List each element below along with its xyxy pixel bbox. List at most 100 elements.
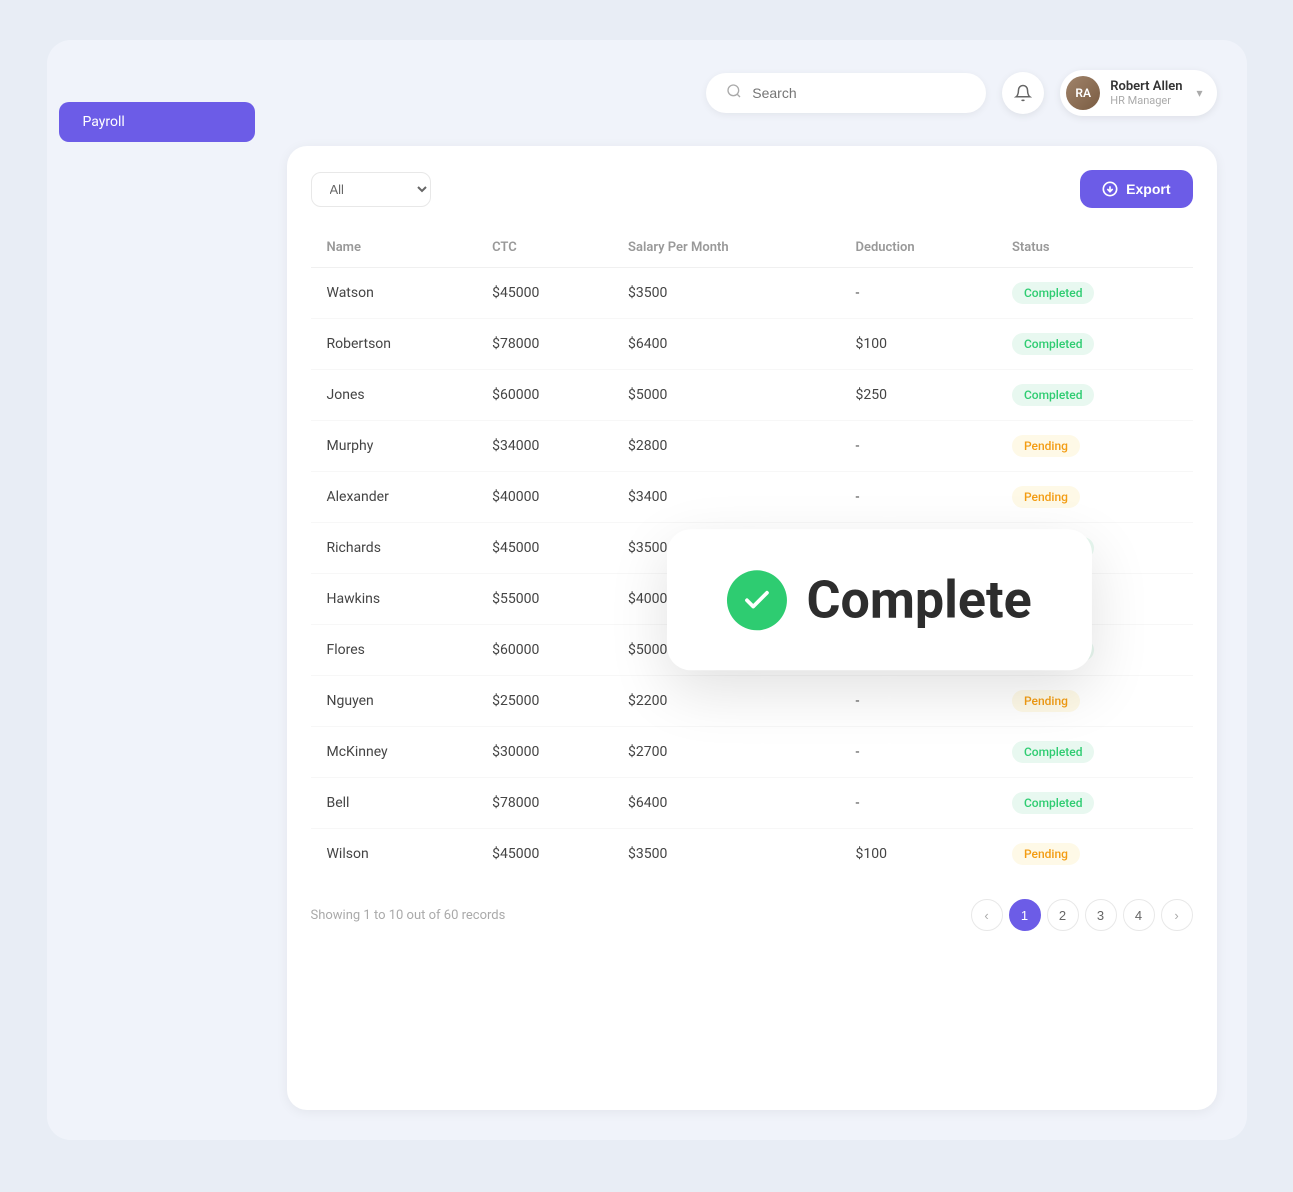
cell-ctc: $40000 xyxy=(476,472,612,523)
complete-check-icon xyxy=(726,570,786,630)
export-button[interactable]: Export xyxy=(1080,170,1192,208)
cell-salary: $3400 xyxy=(612,472,839,523)
cell-status: Completed xyxy=(996,370,1193,421)
checkmark-icon xyxy=(741,585,771,615)
avatar: RA xyxy=(1066,76,1100,110)
table-row: Nguyen $25000 $2200 - Pending xyxy=(311,676,1193,727)
table-card: All Completed Pending Export xyxy=(287,146,1217,1110)
cell-salary: $3500 xyxy=(612,829,839,880)
cell-ctc: $45000 xyxy=(476,829,612,880)
topbar: RA Robert Allen HR Manager ▾ xyxy=(287,60,1217,126)
cell-name: McKinney xyxy=(311,727,477,778)
cell-ctc: $55000 xyxy=(476,574,612,625)
cell-deduction: - xyxy=(839,778,995,829)
cell-ctc: $78000 xyxy=(476,778,612,829)
table-row: Wilson $45000 $3500 $100 Pending xyxy=(311,829,1193,880)
status-badge: Completed xyxy=(1012,741,1095,763)
main-content: RA Robert Allen HR Manager ▾ All Complet… xyxy=(267,40,1247,1140)
table-row: Murphy $34000 $2800 - Pending xyxy=(311,421,1193,472)
sidebar: Payroll xyxy=(47,40,267,1140)
col-salary: Salary Per Month xyxy=(612,228,839,268)
col-deduction: Deduction xyxy=(839,228,995,268)
user-role: HR Manager xyxy=(1110,94,1182,107)
sidebar-menu: Payroll xyxy=(47,102,267,142)
cell-name: Hawkins xyxy=(311,574,477,625)
complete-text: Complete xyxy=(806,569,1031,630)
user-name: Robert Allen xyxy=(1110,79,1182,94)
search-box xyxy=(706,73,986,113)
pagination-info: Showing 1 to 10 out of 60 records xyxy=(311,908,506,923)
cell-ctc: $45000 xyxy=(476,268,612,319)
user-profile[interactable]: RA Robert Allen HR Manager ▾ xyxy=(1060,70,1216,116)
cell-ctc: $34000 xyxy=(476,421,612,472)
cell-status: Completed xyxy=(996,319,1193,370)
pagination-controls: ‹ 1 2 3 4 › xyxy=(971,899,1193,931)
table-header: Name CTC Salary Per Month Deduction Stat… xyxy=(311,228,1193,268)
cell-salary: $3500 xyxy=(612,268,839,319)
prev-page-button[interactable]: ‹ xyxy=(971,899,1003,931)
pagination: Showing 1 to 10 out of 60 records ‹ 1 2 … xyxy=(311,879,1193,931)
cell-deduction: - xyxy=(839,676,995,727)
cell-ctc: $78000 xyxy=(476,319,612,370)
filter-area: All Completed Pending xyxy=(311,172,431,207)
cell-name: Watson xyxy=(311,268,477,319)
cell-deduction: $100 xyxy=(839,319,995,370)
cell-salary: $2200 xyxy=(612,676,839,727)
cell-name: Bell xyxy=(311,778,477,829)
cell-salary: $2700 xyxy=(612,727,839,778)
cell-name: Robertson xyxy=(311,319,477,370)
table-row: Bell $78000 $6400 - Completed xyxy=(311,778,1193,829)
search-input[interactable] xyxy=(752,85,966,101)
complete-overlay: Complete xyxy=(666,529,1091,670)
page-1-button[interactable]: 1 xyxy=(1009,899,1041,931)
chevron-down-icon: ▾ xyxy=(1196,86,1202,100)
cell-deduction: - xyxy=(839,421,995,472)
page-2-button[interactable]: 2 xyxy=(1047,899,1079,931)
export-icon xyxy=(1102,181,1118,197)
status-badge: Pending xyxy=(1012,690,1080,712)
cell-ctc: $30000 xyxy=(476,727,612,778)
cell-status: Pending xyxy=(996,829,1193,880)
col-status: Status xyxy=(996,228,1193,268)
cell-deduction: $100 xyxy=(839,829,995,880)
status-badge: Pending xyxy=(1012,843,1080,865)
table-row: Robertson $78000 $6400 $100 Completed xyxy=(311,319,1193,370)
cell-ctc: $60000 xyxy=(476,625,612,676)
cell-deduction: - xyxy=(839,472,995,523)
cell-ctc: $25000 xyxy=(476,676,612,727)
user-info: Robert Allen HR Manager xyxy=(1110,79,1182,107)
cell-ctc: $45000 xyxy=(476,523,612,574)
page-4-button[interactable]: 4 xyxy=(1123,899,1155,931)
col-name: Name xyxy=(311,228,477,268)
app-container: Payroll xyxy=(47,40,1247,1140)
cell-name: Richards xyxy=(311,523,477,574)
cell-name: Jones xyxy=(311,370,477,421)
next-page-button[interactable]: › xyxy=(1161,899,1193,931)
status-badge: Completed xyxy=(1012,333,1095,355)
page-3-button[interactable]: 3 xyxy=(1085,899,1117,931)
bell-icon xyxy=(1014,84,1032,102)
cell-name: Alexander xyxy=(311,472,477,523)
filter-select[interactable]: All Completed Pending xyxy=(311,172,431,207)
cell-name: Nguyen xyxy=(311,676,477,727)
notification-button[interactable] xyxy=(1002,72,1044,114)
cell-name: Murphy xyxy=(311,421,477,472)
cell-name: Flores xyxy=(311,625,477,676)
cell-salary: $5000 xyxy=(612,370,839,421)
status-badge: Pending xyxy=(1012,435,1080,457)
table-row: Watson $45000 $3500 - Completed xyxy=(311,268,1193,319)
cell-name: Wilson xyxy=(311,829,477,880)
cell-deduction: - xyxy=(839,727,995,778)
sidebar-item-payroll[interactable]: Payroll xyxy=(59,102,255,142)
cell-status: Pending xyxy=(996,676,1193,727)
cell-ctc: $60000 xyxy=(476,370,612,421)
cell-status: Pending xyxy=(996,421,1193,472)
status-badge: Completed xyxy=(1012,384,1095,406)
table-row: Jones $60000 $5000 $250 Completed xyxy=(311,370,1193,421)
cell-deduction: - xyxy=(839,268,995,319)
cell-deduction: $250 xyxy=(839,370,995,421)
cell-status: Completed xyxy=(996,727,1193,778)
table-toolbar: All Completed Pending Export xyxy=(311,170,1193,208)
cell-salary: $2800 xyxy=(612,421,839,472)
table-row: Alexander $40000 $3400 - Pending xyxy=(311,472,1193,523)
